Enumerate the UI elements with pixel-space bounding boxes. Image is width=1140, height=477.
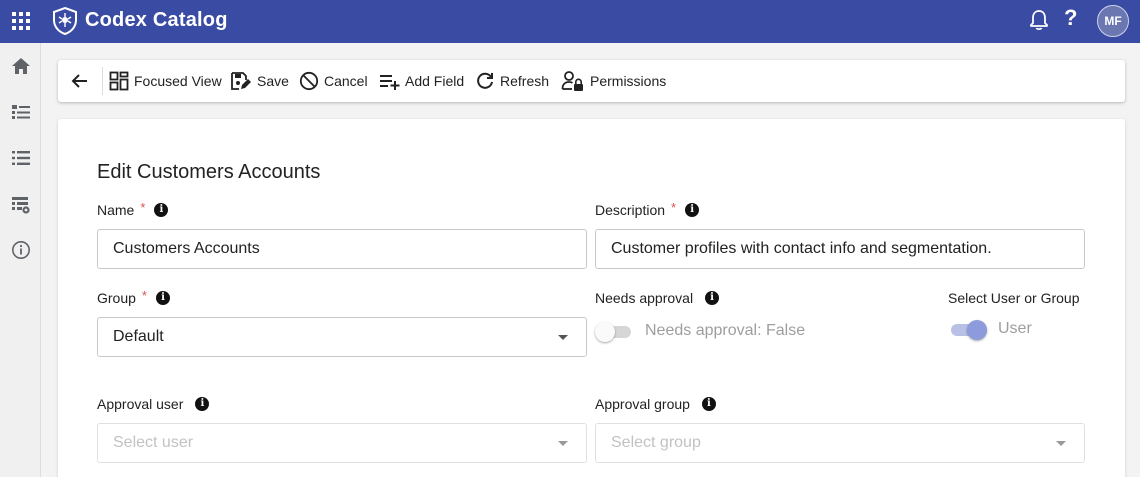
toggle-knob bbox=[967, 320, 987, 340]
dropdown-caret-icon bbox=[1056, 441, 1066, 446]
description-label: Description * i bbox=[595, 199, 700, 218]
cancel-circle-icon bbox=[299, 71, 319, 91]
refresh-icon bbox=[477, 72, 493, 89]
focused-view-button[interactable]: Focused View bbox=[109, 60, 222, 102]
approval-group-select[interactable]: Select group bbox=[595, 423, 1085, 463]
refresh-label: Refresh bbox=[500, 73, 550, 89]
sidebar bbox=[0, 43, 41, 477]
add-field-button[interactable]: Add Field bbox=[379, 60, 464, 102]
select-user-or-group-status: User bbox=[998, 320, 1032, 337]
page-title: Edit Customers Accounts bbox=[97, 161, 321, 183]
needs-approval-label: Needs approval i bbox=[595, 290, 720, 306]
required-asterisk: * bbox=[671, 199, 677, 215]
notifications-bell-icon[interactable] bbox=[1029, 9, 1049, 31]
description-label-text: Description bbox=[595, 202, 666, 218]
approval-group-placeholder: Select group bbox=[611, 434, 701, 451]
app-bar: Codex Catalog ? MF bbox=[0, 0, 1140, 43]
info-icon[interactable]: i bbox=[705, 291, 720, 305]
apps-grid-icon[interactable] bbox=[11, 11, 31, 31]
select-user-or-group-toggle[interactable] bbox=[949, 319, 987, 340]
group-select[interactable]: Default bbox=[97, 317, 587, 357]
info-icon[interactable]: i bbox=[154, 203, 169, 217]
user-lock-icon bbox=[561, 71, 583, 91]
refresh-button[interactable]: Refresh bbox=[475, 60, 549, 102]
name-field[interactable] bbox=[97, 229, 587, 269]
list-icon[interactable] bbox=[11, 148, 31, 168]
table-settings-icon[interactable] bbox=[11, 195, 31, 215]
toggle-knob bbox=[595, 322, 615, 342]
permissions-button[interactable]: Permissions bbox=[561, 60, 666, 102]
name-label-text: Name bbox=[97, 202, 135, 218]
save-button[interactable]: Save bbox=[230, 60, 289, 102]
info-icon[interactable]: i bbox=[155, 291, 170, 305]
back-arrow-icon[interactable] bbox=[70, 71, 90, 91]
cancel-button[interactable]: Cancel bbox=[299, 60, 368, 102]
user-avatar[interactable]: MF bbox=[1097, 5, 1129, 37]
required-asterisk: * bbox=[141, 287, 147, 303]
approval-group-label: Approval group i bbox=[595, 396, 716, 412]
permissions-label: Permissions bbox=[590, 73, 667, 89]
info-icon[interactable]: i bbox=[195, 397, 210, 411]
needs-approval-label-text: Needs approval bbox=[595, 290, 694, 306]
select-user-or-group-label-text: Select User or Group bbox=[948, 290, 1080, 306]
dropdown-caret-icon bbox=[558, 441, 568, 446]
action-toolbar: Focused View Save Cancel Add Field Refre… bbox=[58, 60, 1125, 102]
help-icon[interactable]: ? bbox=[1064, 5, 1077, 31]
dropdown-caret-icon bbox=[558, 335, 568, 340]
select-user-or-group-label: Select User or Group bbox=[948, 290, 1080, 306]
approval-group-label-text: Approval group bbox=[595, 396, 690, 412]
add-field-icon bbox=[380, 75, 400, 90]
approval-user-label: Approval user i bbox=[97, 396, 210, 412]
home-icon[interactable] bbox=[11, 56, 31, 76]
approval-user-select[interactable]: Select user bbox=[97, 423, 587, 463]
info-icon[interactable]: i bbox=[685, 203, 700, 217]
tree-list-icon[interactable] bbox=[11, 102, 31, 122]
info-circle-icon[interactable] bbox=[11, 240, 31, 260]
toolbar-divider bbox=[102, 67, 103, 95]
save-edit-icon bbox=[231, 72, 251, 90]
focused-view-icon bbox=[109, 71, 129, 91]
focused-view-label: Focused View bbox=[134, 73, 222, 89]
name-input[interactable] bbox=[113, 240, 586, 258]
info-icon[interactable]: i bbox=[701, 397, 716, 411]
group-selected-value: Default bbox=[113, 328, 164, 345]
needs-approval-status: Needs approval: False bbox=[645, 322, 806, 339]
shield-logo-icon bbox=[53, 7, 77, 35]
save-label: Save bbox=[257, 73, 289, 89]
add-field-label: Add Field bbox=[405, 73, 465, 89]
cancel-label: Cancel bbox=[324, 73, 368, 89]
approval-user-label-text: Approval user bbox=[97, 396, 184, 412]
group-label-text: Group bbox=[97, 290, 136, 306]
group-label: Group * i bbox=[97, 287, 170, 306]
approval-user-placeholder: Select user bbox=[113, 434, 194, 451]
name-label: Name * i bbox=[97, 199, 169, 218]
required-asterisk: * bbox=[140, 199, 146, 215]
description-field[interactable] bbox=[595, 229, 1085, 269]
needs-approval-toggle[interactable] bbox=[595, 321, 633, 342]
app-title: Codex Catalog bbox=[85, 9, 228, 31]
description-input[interactable] bbox=[611, 240, 1084, 258]
edit-form-card: Edit Customers Accounts Name * i Descrip… bbox=[58, 119, 1125, 477]
